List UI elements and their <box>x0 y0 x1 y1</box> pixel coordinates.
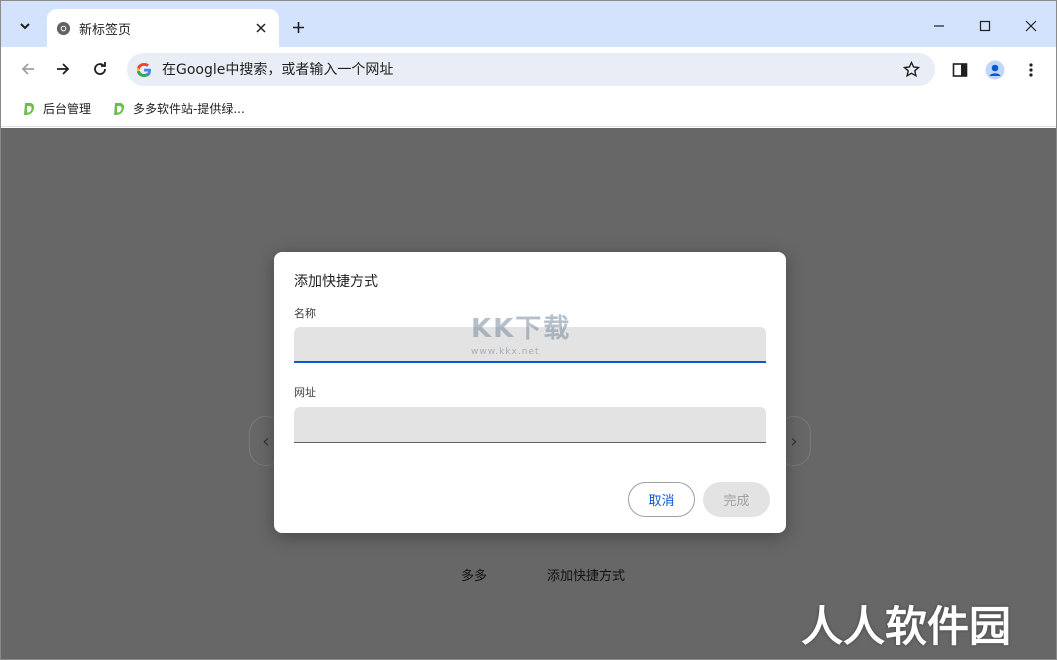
more-vert-icon <box>1029 63 1033 77</box>
arrow-left-icon <box>21 63 34 75</box>
omnibox-input[interactable] <box>162 61 899 78</box>
chevron-right-icon: › <box>790 430 798 452</box>
name-field-label: 名称 <box>294 307 316 320</box>
site-logo-icon <box>24 102 34 115</box>
menu-button[interactable] <box>1018 57 1044 83</box>
url-field-label: 网址 <box>294 386 316 399</box>
browser-window: 新标签页 在Google中搜索，或者输入一个网址 后台管理 多多软件站-提供绿.… <box>0 0 1057 660</box>
url-input[interactable] <box>294 407 766 443</box>
side-panel-icon <box>952 63 968 77</box>
window-close-button[interactable] <box>1009 9 1053 43</box>
site-logo-icon <box>114 102 125 115</box>
add-shortcut-dialog: 添加快捷方式 名称 网址 取消 完成 <box>274 252 786 533</box>
new-tab-button[interactable] <box>286 15 310 39</box>
maximize-icon <box>979 20 991 32</box>
bookmark-label: 后台管理 <box>43 102 92 116</box>
avatar-icon <box>985 60 1005 80</box>
watermark-center: KK下载 www.kkx.net <box>471 308 571 357</box>
google-icon <box>136 62 151 77</box>
profile-button[interactable] <box>982 57 1008 83</box>
bookmarks-bar: 后台管理 多多软件站-提供绿... <box>1 91 1056 127</box>
watermark-center-text: KK下载 <box>471 314 572 344</box>
tab-search-button[interactable] <box>9 11 41 41</box>
plus-icon <box>292 21 304 33</box>
close-icon[interactable] <box>251 18 271 38</box>
reload-icon <box>94 62 106 75</box>
watermark-center-url: www.kkx.net <box>471 347 540 357</box>
chrome-icon <box>55 20 71 36</box>
bookmark-item[interactable]: 多多软件站-提供绿... <box>105 96 251 122</box>
back-button[interactable] <box>14 55 42 83</box>
maximize-button[interactable] <box>963 9 1007 43</box>
minimize-button[interactable] <box>917 9 961 43</box>
bookmark-star-button[interactable] <box>899 58 923 82</box>
tab-strip: 新标签页 <box>1 1 1056 47</box>
dialog-title: 添加快捷方式 <box>294 274 378 290</box>
tab-title: 新标签页 <box>79 22 132 38</box>
chevron-left-icon: ‹ <box>262 430 270 452</box>
star-icon <box>902 61 920 78</box>
close-icon <box>1025 20 1037 32</box>
toolbar <box>1 47 1056 91</box>
chevron-down-icon <box>20 23 30 30</box>
watermark-corner: 人人软件园 <box>801 602 1012 651</box>
done-button[interactable]: 完成 <box>703 482 770 517</box>
side-panel-button[interactable] <box>947 57 973 83</box>
forward-button[interactable] <box>49 55 77 83</box>
minimize-icon <box>934 25 944 27</box>
bookmark-item[interactable]: 后台管理 <box>15 96 97 122</box>
shortcut-label: 多多 <box>460 569 487 584</box>
tab-new-tab[interactable]: 新标签页 <box>47 9 279 47</box>
arrow-right-icon <box>57 63 70 75</box>
reload-button[interactable] <box>86 55 114 83</box>
cancel-button[interactable]: 取消 <box>628 482 695 517</box>
bookmark-label: 多多软件站-提供绿... <box>133 102 245 116</box>
omnibox[interactable] <box>127 53 935 86</box>
add-shortcut-label: 添加快捷方式 <box>546 569 625 584</box>
